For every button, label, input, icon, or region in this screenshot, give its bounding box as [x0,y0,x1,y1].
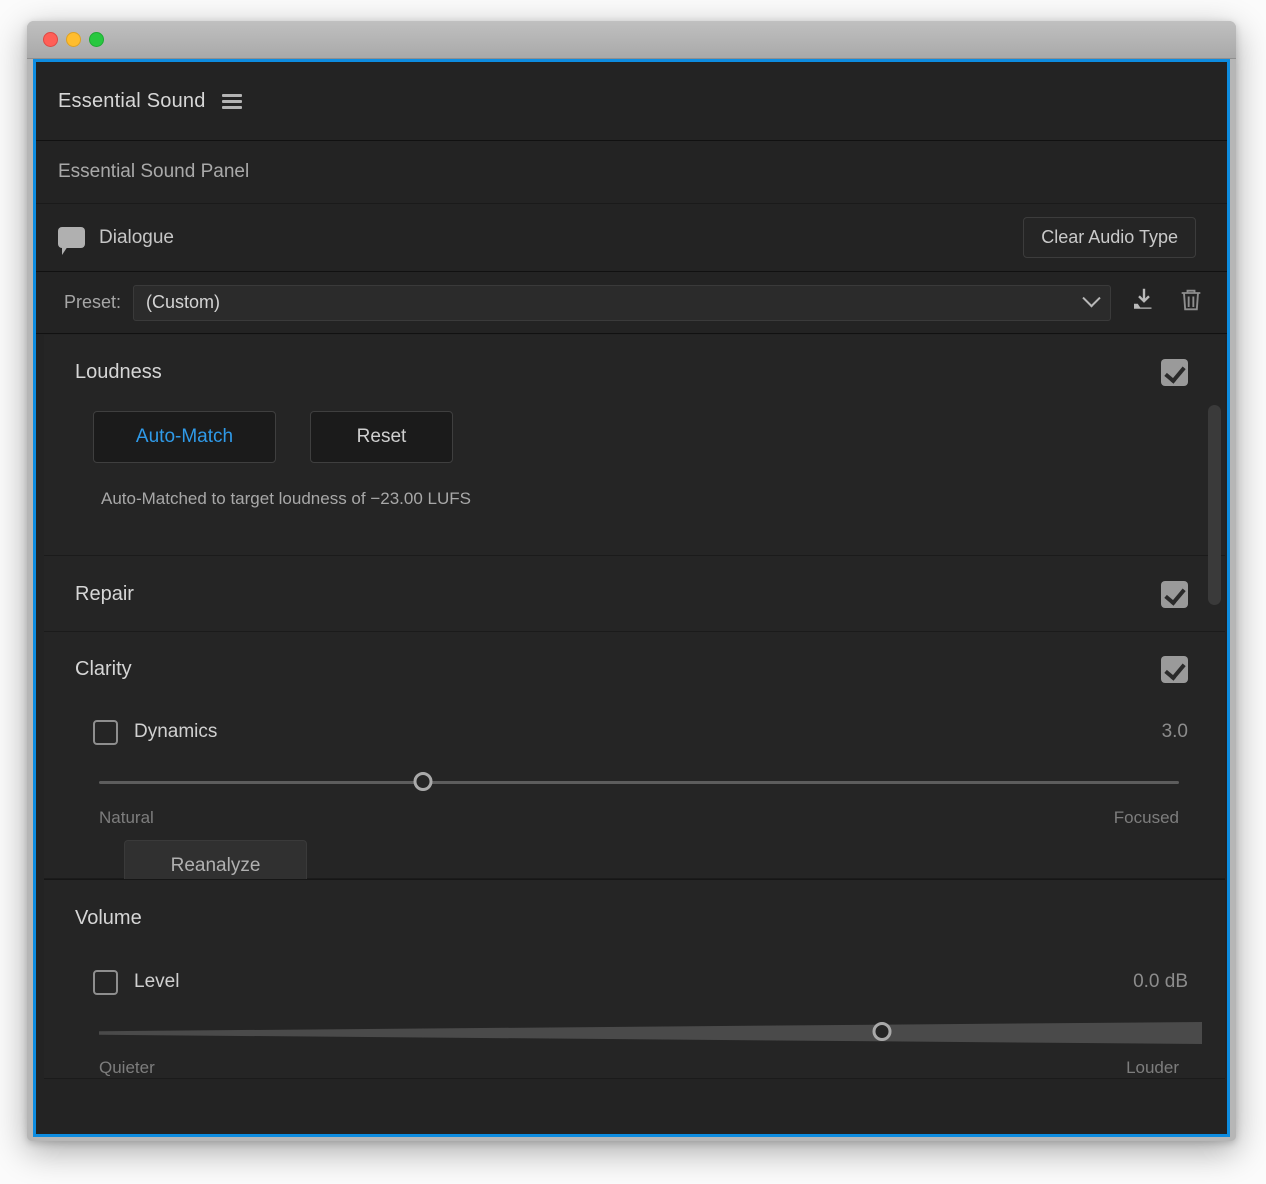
dynamics-slider[interactable] [44,772,1225,794]
dynamics-checkbox[interactable] [93,719,118,745]
loudness-enable-checkbox[interactable] [1161,358,1188,386]
loudness-buttons: Auto-Match Reset [93,409,1188,463]
repair-enable-checkbox[interactable] [1161,580,1188,608]
dynamics-slider-track [99,781,1179,784]
loudness-header: Loudness [44,335,1225,409]
preset-row: Preset: (Custom) [36,272,1227,334]
panel-scrollbar[interactable] [1208,397,1221,627]
page-title: Essential Sound [58,89,206,112]
volume-section: Volume Level 0.0 dB Quieter Louder [44,879,1225,1079]
volume-header: Volume [44,880,1225,956]
loudness-section: Loudness Auto-Match Reset Auto-Matched t… [44,335,1225,556]
window-titlebar [27,21,1236,59]
panel-subtitle: Essential Sound Panel [36,141,1227,204]
loudness-title: Loudness [75,360,162,383]
reset-button[interactable]: Reset [310,411,453,463]
minimize-window-button[interactable] [66,32,81,47]
level-value: 0.0 dB [1133,971,1188,992]
dynamics-row: Dynamics 3.0 [44,706,1225,758]
audio-type-label: Dialogue [99,226,174,248]
level-label: Level [134,971,180,992]
panel-scroll-content: Loudness Auto-Match Reset Auto-Matched t… [44,335,1225,1079]
dynamics-slider-thumb[interactable] [413,772,433,791]
auto-match-button[interactable]: Auto-Match [93,411,276,463]
level-slider-track [99,1022,1202,1044]
volume-title: Volume [75,906,142,929]
loudness-body: Auto-Match Reset Auto-Matched to target … [44,409,1225,509]
chevron-down-icon [1082,289,1101,308]
level-slider-thumb[interactable] [872,1022,892,1041]
application-window: Essential Sound Essential Sound Panel Di… [27,21,1236,1141]
close-window-button[interactable] [43,32,58,47]
level-row: Level 0.0 dB [44,956,1225,1008]
repair-header: Repair [44,556,1225,632]
save-preset-icon[interactable] [1129,285,1159,320]
preset-select[interactable]: (Custom) [133,284,1111,321]
essential-sound-panel-frame: Essential Sound Essential Sound Panel Di… [33,59,1230,1137]
panel-header: Essential Sound [36,62,1227,141]
clarity-title: Clarity [75,657,132,680]
clarity-header: Clarity [44,632,1225,706]
dynamics-scale: Natural Focused [44,794,1225,828]
dynamics-max-label: Focused [1113,808,1179,827]
dynamics-min-label: Natural [99,808,154,827]
repair-section: Repair [44,556,1225,632]
hamburger-menu-icon[interactable] [221,93,242,109]
audio-type-row: Dialogue Clear Audio Type [36,204,1227,272]
essential-sound-panel: Essential Sound Essential Sound Panel Di… [36,62,1227,1134]
level-checkbox[interactable] [93,969,118,995]
loudness-status-text: Auto-Matched to target loudness of −23.0… [101,489,471,508]
panel-scrollbar-thumb[interactable] [1208,405,1221,605]
zoom-window-button[interactable] [89,32,104,47]
clarity-section: Clarity Dynamics 3.0 Natural Focused Rea… [44,632,1225,892]
level-min-label: Quieter [99,1058,155,1077]
level-scale: Quieter Louder [44,1044,1225,1078]
panel-scroll-area: Loudness Auto-Match Reset Auto-Matched t… [36,335,1227,1134]
trash-icon[interactable] [1177,286,1205,319]
preset-label: Preset: [64,292,122,312]
dynamics-value: 3.0 [1161,721,1188,742]
clear-audio-type-button[interactable]: Clear Audio Type [1023,217,1196,258]
speech-bubble-icon [58,227,85,255]
preset-selected-value: (Custom) [146,292,221,312]
level-slider[interactable] [44,1022,1225,1044]
clarity-enable-checkbox[interactable] [1161,655,1188,683]
repair-title: Repair [75,582,134,605]
level-max-label: Louder [1126,1058,1179,1077]
dynamics-label: Dynamics [134,721,218,742]
